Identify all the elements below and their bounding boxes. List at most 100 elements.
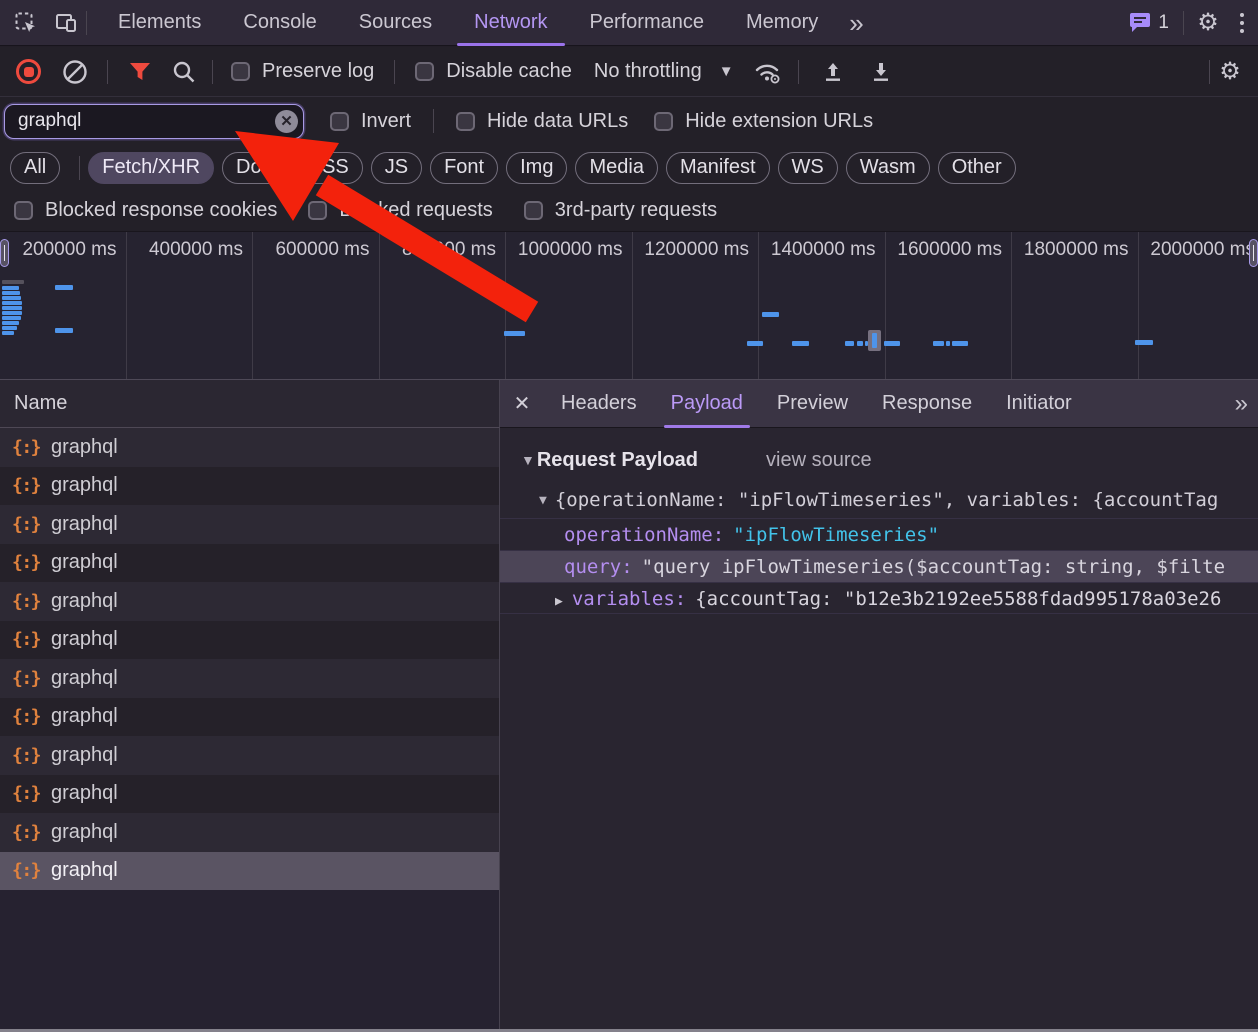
main-tab[interactable]: Elements — [97, 0, 222, 46]
filter-input-wrap: ✕ — [4, 103, 304, 139]
devtools-window: Elements Console Sources Network Performance… — [0, 0, 1258, 1032]
hide-data-urls-checkbox[interactable] — [456, 111, 476, 131]
request-row[interactable]: {:} graphql — [0, 659, 499, 698]
details-tab[interactable]: Response — [865, 380, 989, 428]
request-row[interactable]: {:} graphql — [0, 774, 499, 813]
resource-type-chip[interactable]: Media — [575, 151, 658, 184]
request-row[interactable]: {:} graphql — [0, 505, 499, 544]
settings-gear-icon[interactable]: ⚙ — [1188, 3, 1228, 43]
payload-row-variables[interactable]: ▶ variables: {accountTag: "b12e3b2192ee558… — [500, 582, 1258, 614]
search-icon[interactable] — [162, 52, 206, 92]
issues-button[interactable]: 1 — [1129, 12, 1169, 34]
request-row[interactable]: {:} graphql — [0, 697, 499, 736]
details-tab[interactable]: Headers — [544, 380, 654, 428]
waterfall-bar — [2, 306, 22, 310]
waterfall-bar — [2, 291, 20, 295]
divider — [394, 59, 396, 84]
resource-type-chip[interactable]: Doc — [222, 151, 286, 184]
request-payload-section[interactable]: ▼ Request Payload view source — [521, 444, 1258, 476]
advanced-filter-toggle[interactable]: 3rd-party requests — [523, 199, 717, 222]
waterfall-bar — [2, 280, 24, 284]
disable-cache-checkbox[interactable] — [415, 62, 435, 81]
hide-data-urls-toggle[interactable]: Hide data URLs — [456, 110, 628, 133]
expand-triangle-icon[interactable]: ▶ — [555, 594, 563, 609]
clear-network-log-icon[interactable] — [53, 52, 97, 92]
network-conditions-icon[interactable] — [746, 52, 790, 92]
preserve-log-toggle[interactable]: Preserve log — [231, 60, 374, 83]
request-row[interactable]: {:} graphql — [0, 582, 499, 621]
advanced-filter-toggle[interactable]: Blocked requests — [308, 199, 493, 222]
payload-row-query[interactable]: query: "query ipFlowTimeseries($accountTa… — [500, 550, 1258, 582]
advanced-filter-checkbox[interactable] — [308, 201, 328, 220]
fetch-xhr-icon: {:} — [12, 436, 42, 458]
invert-toggle[interactable]: Invert — [330, 110, 411, 133]
resource-type-chip[interactable]: JS — [370, 151, 423, 184]
disable-cache-toggle[interactable]: Disable cache — [415, 60, 572, 83]
throttling-select[interactable]: No throttling ▼ — [594, 60, 734, 83]
export-har-icon[interactable] — [859, 52, 903, 92]
more-tabs-icon[interactable]: » — [839, 10, 873, 36]
main-tab[interactable]: Performance — [569, 0, 726, 46]
request-row[interactable]: {:} graphql — [0, 736, 499, 775]
resource-type-chip[interactable]: CSS — [293, 151, 363, 184]
overview-grip-right[interactable] — [1249, 239, 1258, 267]
waterfall-bar — [2, 286, 19, 290]
record-network-log-icon[interactable] — [16, 59, 41, 84]
resource-type-chip[interactable]: Manifest — [665, 151, 770, 184]
payload-root-node[interactable]: ▼ {operationName: "ipFlowTimeseries", va… — [539, 485, 1258, 515]
resource-type-chip[interactable]: All — [10, 151, 81, 184]
inspect-element-icon[interactable] — [6, 3, 46, 43]
overview-grip-left[interactable] — [0, 239, 9, 267]
device-toolbar-icon[interactable] — [46, 3, 86, 43]
main-tab[interactable]: Console — [222, 0, 337, 46]
advanced-filter-checkbox[interactable] — [523, 201, 543, 220]
request-row[interactable]: {:} graphql — [0, 428, 499, 467]
request-row[interactable]: {:} graphql — [0, 813, 499, 852]
invert-label: Invert — [361, 109, 412, 132]
resource-type-chip[interactable]: Wasm — [845, 151, 930, 184]
request-row[interactable]: {:} graphql — [0, 851, 499, 890]
main-tab[interactable]: Sources — [338, 0, 453, 46]
waterfall-bar — [884, 341, 900, 346]
request-row[interactable]: {:} graphql — [0, 543, 499, 582]
waterfall-bars — [0, 232, 1258, 379]
close-details-icon[interactable]: ✕ — [500, 380, 544, 428]
details-tab[interactable]: Preview — [760, 380, 865, 428]
details-tab[interactable]: Initiator — [989, 380, 1089, 428]
expand-triangle-icon[interactable]: ▼ — [539, 493, 547, 508]
details-tab[interactable]: Payload — [654, 380, 760, 428]
payload-row-operation-name[interactable]: operationName: "ipFlowTimeseries" — [500, 518, 1258, 550]
resource-type-chip[interactable]: Fetch/XHR — [88, 151, 215, 184]
payload-preview-text: {operationName: "ipFlowTimeseries", vari… — [554, 489, 1219, 511]
main-tab[interactable]: Memory — [725, 0, 839, 46]
advanced-filter-toggle[interactable]: Blocked response cookies — [14, 199, 277, 222]
request-row[interactable]: {:} graphql — [0, 620, 499, 659]
name-column-header[interactable]: Name — [0, 380, 499, 428]
network-overview-timeline[interactable]: 200000 ms 400000 ms 600000 ms 800000 ms 1000… — [0, 232, 1258, 380]
network-settings-gear-icon[interactable]: ⚙ — [1210, 52, 1250, 92]
filter-funnel-icon[interactable] — [118, 52, 162, 92]
waterfall-bar — [2, 301, 22, 305]
invert-checkbox[interactable] — [330, 111, 349, 131]
divider — [86, 10, 87, 35]
collapse-triangle-icon[interactable]: ▼ — [521, 452, 535, 468]
view-source-link[interactable]: view source — [766, 449, 872, 472]
advanced-filter-checkbox[interactable] — [14, 201, 33, 220]
request-row[interactable]: {:} graphql — [0, 466, 499, 505]
resource-type-chip[interactable]: WS — [777, 151, 838, 184]
filter-input[interactable] — [4, 103, 304, 139]
more-options-icon[interactable] — [1232, 12, 1258, 33]
resource-type-chip[interactable]: Img — [506, 151, 568, 184]
more-details-tabs-icon[interactable]: » — [1225, 391, 1258, 416]
preserve-log-checkbox[interactable] — [231, 62, 250, 81]
main-tab[interactable]: Network — [453, 0, 568, 46]
clear-filter-icon[interactable]: ✕ — [275, 109, 298, 133]
import-har-icon[interactable] — [811, 52, 855, 92]
resource-type-chip[interactable]: Font — [430, 151, 499, 184]
resource-type-chip[interactable]: Other — [937, 151, 1016, 184]
waterfall-bar — [2, 316, 21, 320]
hide-extension-urls-toggle[interactable]: Hide extension URLs — [654, 110, 873, 133]
hide-extension-urls-checkbox[interactable] — [654, 111, 674, 131]
payload-key: query: — [564, 556, 633, 578]
request-rows: {:} graphql {:} graphql {:} graphql {:} … — [0, 428, 499, 890]
